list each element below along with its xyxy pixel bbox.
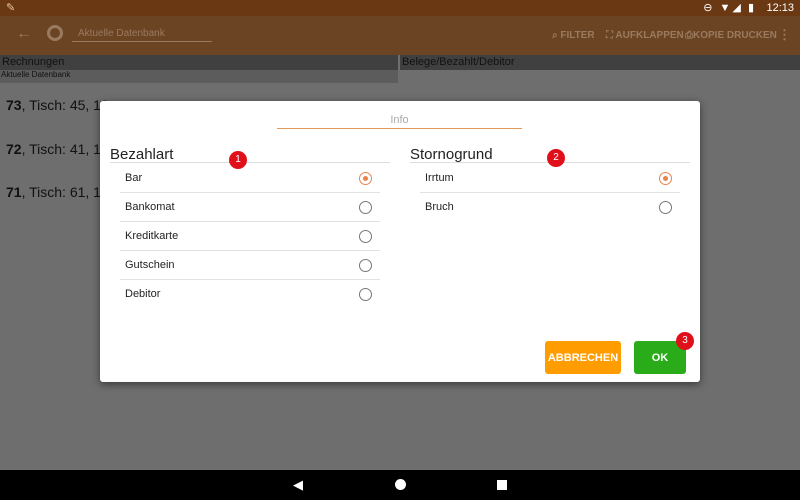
radio[interactable] [659, 201, 672, 214]
option-label: Gutschein [125, 259, 175, 271]
option-label: Kreditkarte [125, 230, 179, 242]
invoice-number: 73 [6, 97, 22, 113]
system-icons: ⊖ ▼◢ ▮ [703, 2, 756, 14]
list-item[interactable]: 73, Tisch: 45, 12 [6, 97, 109, 113]
left-pane-title: Rechnungen [0, 55, 398, 70]
reason-option-bruch[interactable]: Bruch [420, 193, 680, 222]
radio[interactable] [359, 230, 372, 243]
divider [110, 162, 390, 163]
radio[interactable] [359, 288, 372, 301]
clock: 12:13 [766, 2, 794, 14]
payment-title: Bezahlart [110, 146, 174, 163]
list-item[interactable]: 71, Tisch: 61, 12 [6, 184, 109, 200]
option-label: Bankomat [125, 201, 175, 213]
payment-option-bar[interactable]: Bar [120, 164, 380, 193]
option-label: Bar [125, 172, 143, 184]
filter-label: FILTER [560, 30, 595, 41]
invoice-text: , Tisch: 61, 12 [21, 184, 109, 200]
back-nav-icon[interactable]: ◀ [293, 477, 303, 493]
print-copy-button[interactable]: ⎙KOPIE DRUCKEN [685, 30, 777, 41]
expand-label: AUFKLAPPEN [615, 30, 684, 41]
home-icon[interactable] [395, 479, 406, 490]
sync-icon[interactable] [47, 25, 63, 41]
recents-icon[interactable] [497, 480, 507, 490]
toolbar: ← Aktuelle Datenbank ⌕ FILTER ⛶ AUFKLAPP… [0, 16, 800, 55]
cancel-reason-title: Stornogrund [410, 146, 493, 163]
info-input[interactable]: Info [277, 114, 522, 129]
radio[interactable] [359, 201, 372, 214]
payment-option-debitor[interactable]: Debitor [120, 280, 380, 309]
more-icon[interactable]: ⋮ [778, 27, 791, 43]
list-item[interactable]: 72, Tisch: 41, 12 [6, 141, 109, 157]
invoice-number: 71 [6, 184, 22, 200]
database-select[interactable]: Aktuelle Datenbank [72, 28, 212, 42]
left-pane-subtitle: Aktuelle Datenbank [0, 70, 398, 83]
option-label: Debitor [125, 288, 161, 300]
option-label: Bruch [425, 201, 454, 213]
back-icon[interactable]: ← [16, 25, 32, 43]
payment-option-bankomat[interactable]: Bankomat [120, 193, 380, 222]
radio[interactable] [359, 259, 372, 272]
payment-option-gutschein[interactable]: Gutschein [120, 251, 380, 280]
reason-option-irrtum[interactable]: Irrtum [420, 164, 680, 193]
payment-option-kreditkarte[interactable]: Kreditkarte [120, 222, 380, 251]
print-label: KOPIE DRUCKEN [693, 30, 777, 41]
right-pane-title: Belege/Bezahlt/Debitor [400, 55, 800, 70]
navigation-bar: ◀ [0, 470, 800, 500]
invoice-number: 72 [6, 141, 22, 157]
option-label: Irrtum [425, 172, 454, 184]
invoice-text: , Tisch: 45, 12 [21, 97, 109, 113]
payment-dialog: Info Bezahlart 1 Bar Bankomat Kreditkart… [100, 101, 700, 382]
expand-button[interactable]: ⛶ AUFKLAPPEN [606, 30, 684, 41]
invoice-text: , Tisch: 41, 12 [21, 141, 109, 157]
app-notification-icon: ✎ [6, 2, 16, 14]
badge-3: 3 [676, 332, 694, 350]
filter-button[interactable]: ⌕ FILTER [552, 30, 595, 41]
radio-selected[interactable] [659, 172, 672, 185]
cancel-button[interactable]: ABBRECHEN [545, 341, 621, 374]
radio-selected[interactable] [359, 172, 372, 185]
status-bar: ✎ ⊖ ▼◢ ▮ 12:13 [0, 0, 800, 16]
